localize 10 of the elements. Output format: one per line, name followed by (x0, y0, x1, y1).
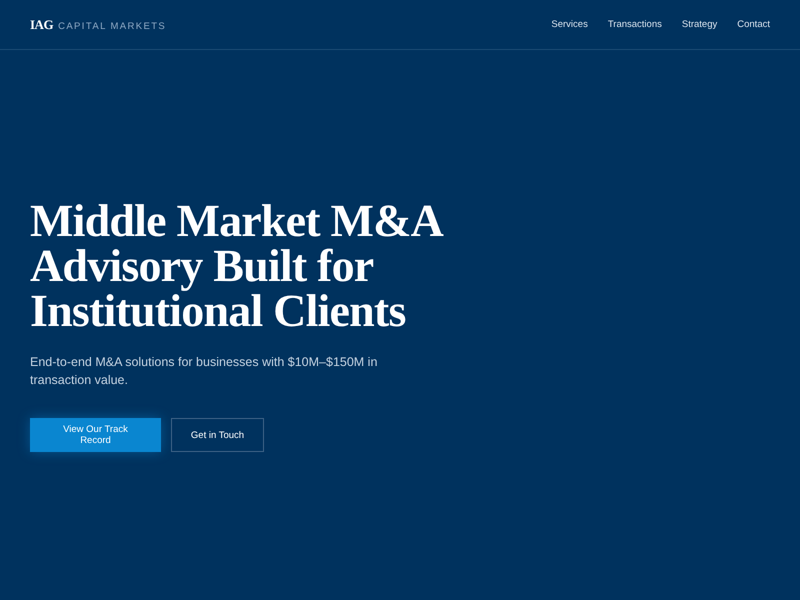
hero-subtitle: End-to-end M&A solutions for businesses with $10M–$150M in transaction value. (30, 354, 378, 389)
contact-button[interactable]: Get in Touch (171, 418, 264, 452)
hero-title: Middle Market M&A Advisory Built for Institutional Clients (30, 198, 442, 333)
nav-link[interactable]: Services (551, 19, 588, 30)
brand-logo[interactable]: IAG (30, 16, 54, 32)
nav-link[interactable]: Contact (737, 19, 770, 30)
nav-link[interactable]: Strategy (682, 19, 718, 30)
nav-link[interactable]: Transactions (608, 19, 662, 30)
brand-name[interactable]: CAPITAL MARKETS (58, 20, 166, 32)
track-record-button[interactable]: View Our Track Record (30, 418, 161, 452)
